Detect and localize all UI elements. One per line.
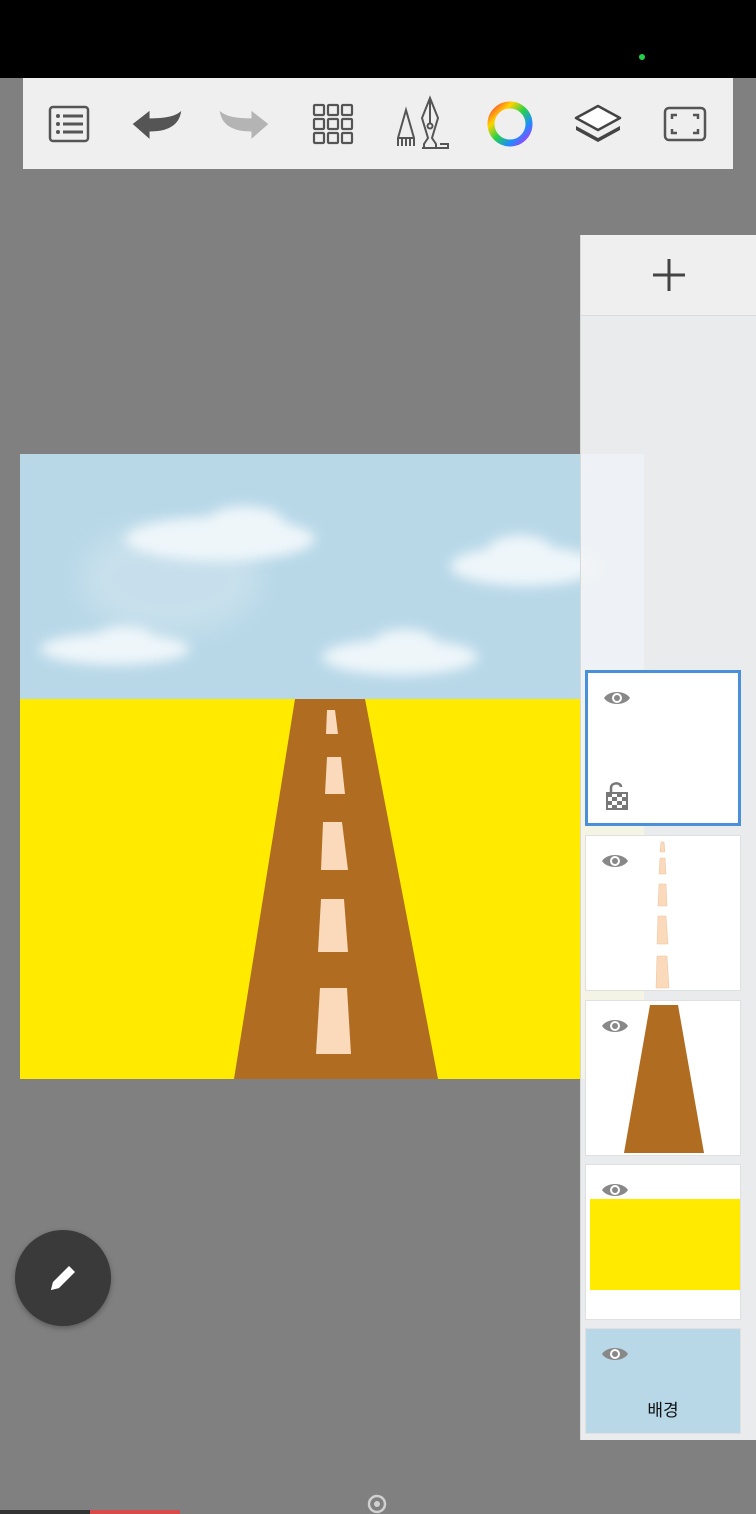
- layers-icon[interactable]: [570, 96, 626, 152]
- redo-icon[interactable]: [216, 96, 272, 152]
- color-wheel-icon[interactable]: [482, 96, 538, 152]
- plus-icon: [653, 259, 685, 291]
- pen-brush-icon[interactable]: [392, 95, 452, 152]
- eye-icon[interactable]: [600, 1015, 630, 1037]
- nav-handle-icon[interactable]: [367, 1494, 387, 1514]
- eye-icon[interactable]: [600, 1343, 630, 1365]
- bottom-strip: [0, 1510, 180, 1514]
- status-bar: [0, 0, 756, 78]
- layer-card-5[interactable]: [585, 670, 741, 826]
- drawing-canvas[interactable]: [20, 454, 644, 1079]
- pencil-icon: [51, 1266, 75, 1290]
- layer-card-4[interactable]: [585, 835, 741, 991]
- camera-indicator-dot: [639, 54, 645, 60]
- undo-icon[interactable]: [129, 96, 185, 152]
- list-icon[interactable]: [41, 96, 97, 152]
- grid-icon[interactable]: [305, 96, 361, 152]
- lock-open-icon[interactable]: [604, 781, 630, 811]
- layer-name-label: 배경: [647, 1401, 679, 1421]
- layers-panel: 배경: [580, 235, 756, 1440]
- fullscreen-icon[interactable]: [657, 96, 713, 152]
- pencil-fab-button[interactable]: [15, 1230, 111, 1326]
- layer-card-3[interactable]: [585, 1000, 741, 1156]
- eye-icon[interactable]: [600, 1179, 630, 1201]
- add-layer-button[interactable]: [581, 235, 756, 316]
- layer-card-2[interactable]: [585, 1164, 741, 1320]
- top-toolbar: [23, 78, 733, 169]
- eye-icon[interactable]: [602, 687, 632, 709]
- layer-card-background[interactable]: 배경: [585, 1328, 741, 1434]
- eye-icon[interactable]: [600, 850, 630, 872]
